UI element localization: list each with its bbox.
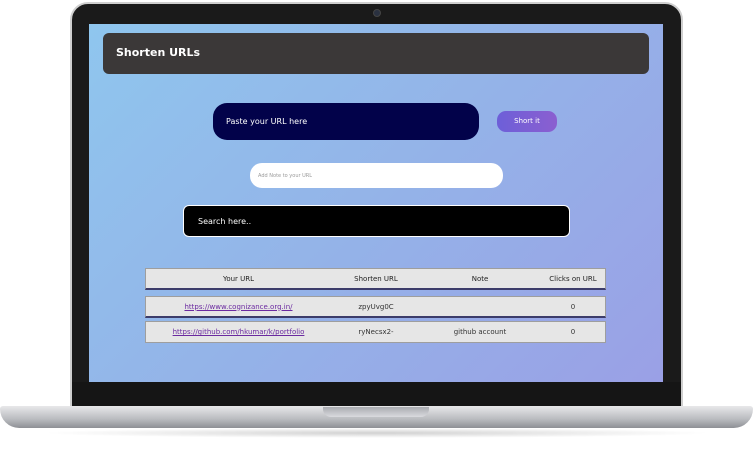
short-it-button[interactable]: Short it: [497, 111, 557, 132]
short-it-label: Short it: [514, 117, 540, 125]
table-row: https://github.com/hkumar/k/portfolio ry…: [145, 321, 606, 343]
laptop-shadow: [40, 428, 713, 438]
column-header-your-url: Your URL: [222, 274, 255, 283]
url-input-placeholder: Paste your URL here: [226, 117, 308, 126]
note-input-placeholder: Add Note to your URL: [258, 173, 313, 179]
page-title: Shorten URLs: [116, 46, 201, 59]
search-input-placeholder: Search here..: [198, 217, 252, 226]
short-url-cell: zpyUvg0C: [358, 302, 394, 311]
laptop-notch: [323, 407, 429, 417]
table-header: Your URL Shorten URL Note Clicks on URL: [145, 268, 606, 290]
column-header-shorten-url: Shorten URL: [354, 274, 398, 283]
clicks-cell: 0: [570, 302, 576, 311]
url-link[interactable]: https://github.com/hkumar/k/portfolio: [173, 328, 305, 336]
camera-icon: [373, 9, 381, 17]
url-input[interactable]: Paste your URL here: [213, 103, 479, 140]
note-cell: [421, 297, 539, 316]
screen-bezel: [72, 382, 681, 406]
note-input[interactable]: Add Note to your URL: [250, 163, 503, 188]
column-header-clicks: Clicks on URL: [549, 274, 597, 283]
url-link[interactable]: https://www.cognizance.org.in/: [184, 303, 292, 311]
clicks-cell: 0: [570, 328, 576, 336]
note-cell: github account: [453, 328, 507, 336]
table-row: https://www.cognizance.org.in/ zpyUvg0C …: [145, 296, 606, 318]
app-screen: Shorten URLs Paste your URL here Short i…: [89, 24, 663, 382]
column-header-note: Note: [471, 274, 489, 283]
search-input[interactable]: Search here..: [183, 205, 570, 237]
short-url-cell: ryNecsx2-: [358, 328, 394, 336]
app-header: Shorten URLs: [103, 33, 649, 74]
